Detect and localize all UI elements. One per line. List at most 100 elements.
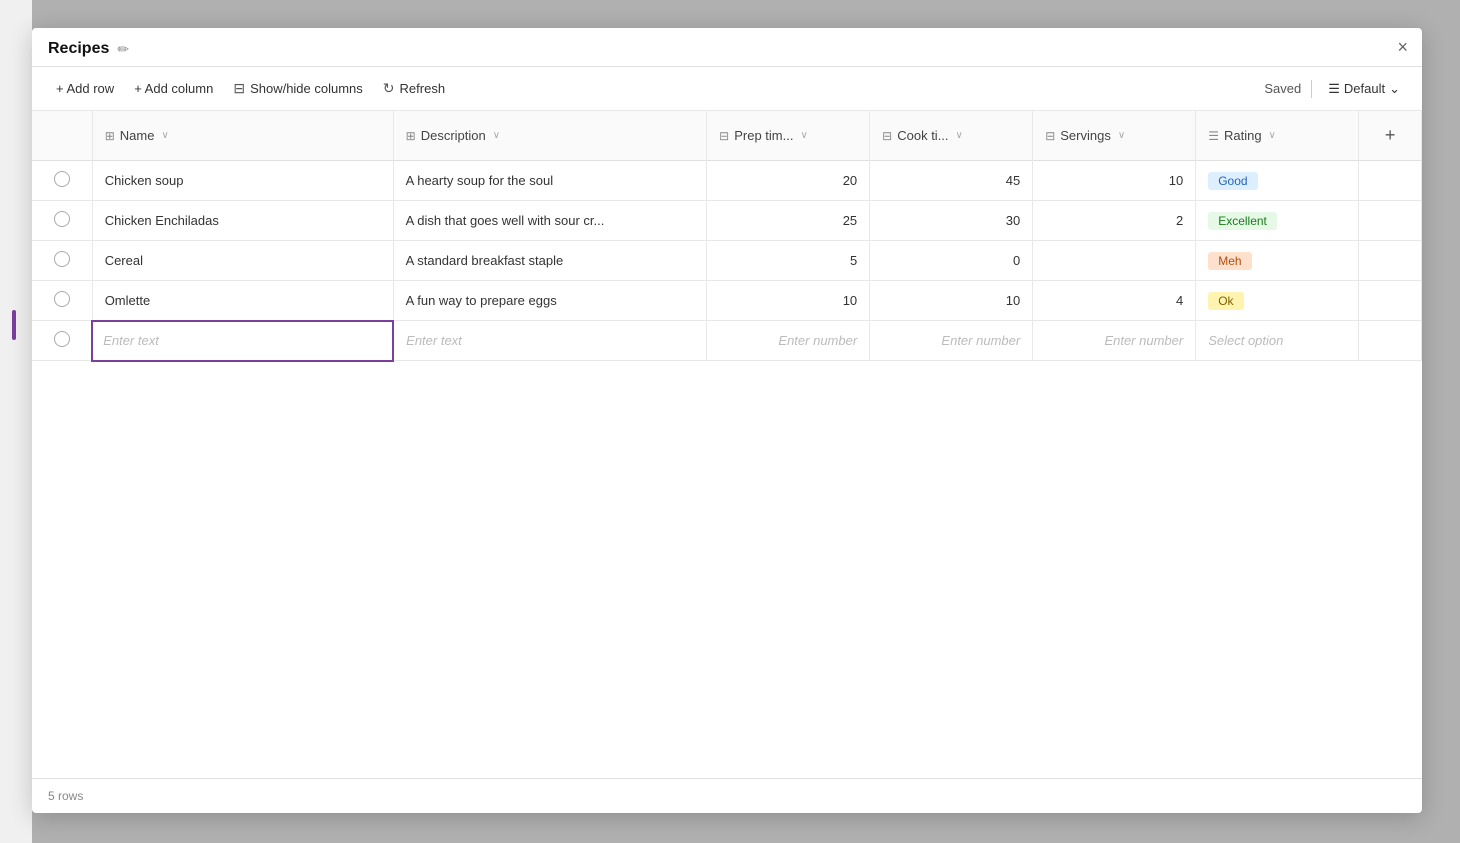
row3-rating-badge: Meh (1208, 252, 1251, 270)
new-row-rating-cell[interactable]: Select option (1196, 321, 1359, 361)
table-container: ⊞ Name ∨ ⊞ Description ∨ (32, 111, 1422, 778)
row2-serv-cell[interactable]: 2 (1033, 201, 1196, 241)
rating-sort-icon: ∨ (1269, 130, 1276, 141)
new-row-extra-cell (1359, 321, 1422, 361)
row2-checkbox-cell (32, 201, 92, 241)
col-header-cook-time[interactable]: ⊟ Cook ti... ∨ (870, 111, 1033, 161)
row3-name-cell[interactable]: Cereal (92, 241, 393, 281)
row3-extra-cell (1359, 241, 1422, 281)
desc-sort-icon: ∨ (493, 130, 500, 141)
row4-serv-cell[interactable]: 4 (1033, 281, 1196, 321)
table-row: Cereal A standard breakfast staple 5 0 M… (32, 241, 1422, 281)
col-header-servings[interactable]: ⊟ Servings ∨ (1033, 111, 1196, 161)
new-row-serv-cell[interactable]: Enter number (1033, 321, 1196, 361)
modal-header: Recipes ✏ × (32, 28, 1422, 67)
row4-cook-cell[interactable]: 10 (870, 281, 1033, 321)
serv-col-label: Servings (1060, 128, 1111, 143)
default-label: Default (1344, 81, 1385, 96)
list-view-icon: ☰ (1328, 81, 1340, 97)
table-row: Chicken Enchiladas A dish that goes well… (32, 201, 1422, 241)
row4-prep-cell[interactable]: 10 (707, 281, 870, 321)
row2-rating-badge: Excellent (1208, 212, 1277, 230)
row4-description-cell[interactable]: A fun way to prepare eggs (393, 281, 707, 321)
refresh-button[interactable]: ↻ Refresh (375, 75, 453, 102)
col-header-checkbox (32, 111, 92, 161)
show-hide-columns-button[interactable]: ⊟ Show/hide columns (225, 75, 370, 102)
row1-extra-cell (1359, 161, 1422, 201)
table-footer: 5 rows (32, 778, 1422, 813)
new-row-cook-placeholder: Enter number (941, 333, 1020, 348)
chevron-down-icon: ⌄ (1389, 81, 1400, 97)
new-row: Enter text Enter text Enter number Enter… (32, 321, 1422, 361)
desc-col-label: Description (421, 128, 486, 143)
row3-cook-cell[interactable]: 0 (870, 241, 1033, 281)
serv-sort-icon: ∨ (1118, 130, 1125, 141)
new-row-cook-cell[interactable]: Enter number (870, 321, 1033, 361)
row3-checkbox-cell (32, 241, 92, 281)
row2-name-cell[interactable]: Chicken Enchiladas (92, 201, 393, 241)
saved-status: Saved (1264, 81, 1301, 96)
row4-checkbox-cell (32, 281, 92, 321)
row4-name-cell[interactable]: Omlette (92, 281, 393, 321)
col-header-prep-time[interactable]: ⊟ Prep tim... ∨ (707, 111, 870, 161)
new-row-desc-placeholder: Enter text (406, 333, 462, 348)
cook-sort-icon: ∨ (956, 130, 963, 141)
recipes-modal: Recipes ✏ × + Add row + Add column ⊟ Sho… (32, 28, 1422, 813)
new-row-rating-placeholder: Select option (1208, 333, 1283, 348)
col-header-rating[interactable]: ☰ Rating ∨ (1196, 111, 1359, 161)
add-row-button[interactable]: + Add row (48, 76, 122, 101)
row1-description-cell[interactable]: A hearty soup for the soul (393, 161, 707, 201)
rating-col-label: Rating (1224, 128, 1262, 143)
table-header-row: ⊞ Name ∨ ⊞ Description ∨ (32, 111, 1422, 161)
new-row-radio[interactable] (54, 331, 70, 347)
row2-cook-cell[interactable]: 30 (870, 201, 1033, 241)
row2-description-cell[interactable]: A dish that goes well with sour cr... (393, 201, 707, 241)
row2-rating-cell[interactable]: Excellent (1196, 201, 1359, 241)
col-header-name[interactable]: ⊞ Name ∨ (92, 111, 393, 161)
refresh-icon: ↻ (383, 80, 395, 97)
row-count: 5 rows (48, 789, 83, 803)
row4-radio[interactable] (54, 291, 70, 307)
row4-rating-cell[interactable]: Ok (1196, 281, 1359, 321)
new-row-checkbox-cell (32, 321, 92, 361)
row3-description-cell[interactable]: A standard breakfast staple (393, 241, 707, 281)
col-header-add[interactable]: + (1359, 111, 1422, 161)
row3-rating-cell[interactable]: Meh (1196, 241, 1359, 281)
row1-serv-cell[interactable]: 10 (1033, 161, 1196, 201)
toolbar-right: Saved ☰ Default ⌄ (1264, 77, 1406, 101)
new-row-description-cell[interactable]: Enter text (393, 321, 707, 361)
prep-col-label: Prep tim... (734, 128, 793, 143)
row1-rating-cell[interactable]: Good (1196, 161, 1359, 201)
row3-serv-cell[interactable] (1033, 241, 1196, 281)
add-column-plus-button[interactable]: + (1377, 121, 1404, 150)
row3-radio[interactable] (54, 251, 70, 267)
close-button[interactable]: × (1397, 38, 1408, 56)
name-sort-icon: ∨ (161, 130, 168, 141)
refresh-label: Refresh (400, 81, 446, 96)
row1-radio[interactable] (54, 171, 70, 187)
toolbar: + Add row + Add column ⊟ Show/hide colum… (32, 67, 1422, 111)
row4-extra-cell (1359, 281, 1422, 321)
cook-col-label: Cook ti... (897, 128, 948, 143)
new-row-prep-cell[interactable]: Enter number (707, 321, 870, 361)
cook-col-icon: ⊟ (882, 129, 892, 143)
table-row: Omlette A fun way to prepare eggs 10 10 … (32, 281, 1422, 321)
row1-cook-cell[interactable]: 45 (870, 161, 1033, 201)
row4-rating-badge: Ok (1208, 292, 1243, 310)
default-view-button[interactable]: ☰ Default ⌄ (1322, 77, 1406, 101)
prep-col-icon: ⊟ (719, 129, 729, 143)
row2-radio[interactable] (54, 211, 70, 227)
add-column-button[interactable]: + Add column (126, 76, 221, 101)
row3-prep-cell[interactable]: 5 (707, 241, 870, 281)
row2-extra-cell (1359, 201, 1422, 241)
row1-name-cell[interactable]: Chicken soup (92, 161, 393, 201)
row1-checkbox-cell (32, 161, 92, 201)
new-row-prep-placeholder: Enter number (778, 333, 857, 348)
edit-title-icon[interactable]: ✏ (117, 41, 129, 58)
row2-prep-cell[interactable]: 25 (707, 201, 870, 241)
purple-indicator (12, 310, 16, 340)
col-header-description[interactable]: ⊞ Description ∨ (393, 111, 707, 161)
row1-prep-cell[interactable]: 20 (707, 161, 870, 201)
row1-rating-badge: Good (1208, 172, 1257, 190)
new-row-name-cell[interactable]: Enter text (92, 321, 393, 361)
